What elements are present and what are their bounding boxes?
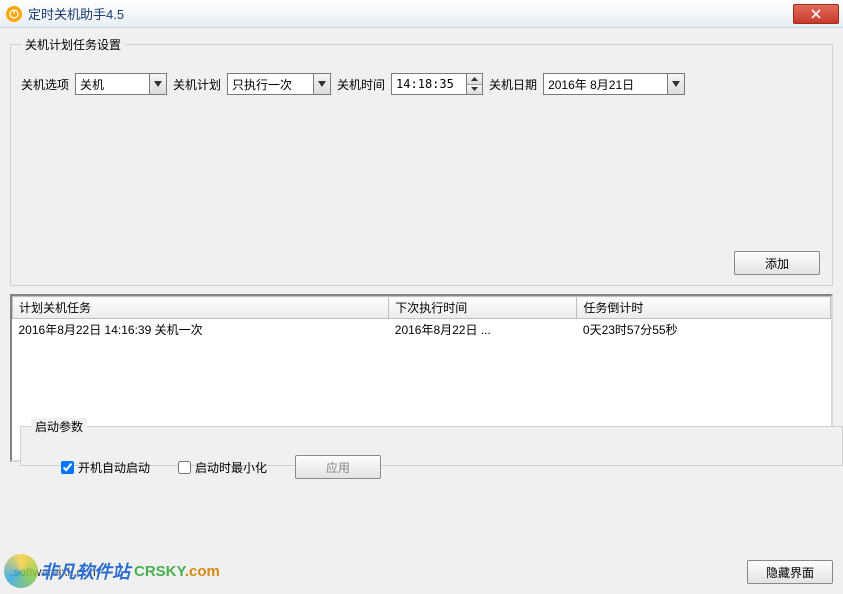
cell-countdown: 0天23时57分55秒 <box>577 319 831 341</box>
autostart-checkbox[interactable]: 开机自动启动 <box>61 459 150 476</box>
date-label: 关机日期 <box>489 76 537 93</box>
date-text: 2016年 8月21日 <box>544 76 667 93</box>
time-text: 14:18:35 <box>392 77 466 91</box>
titlebar: 定时关机助手4.5 <box>0 0 843 28</box>
col-task[interactable]: 计划关机任务 <box>13 297 389 319</box>
date-input[interactable]: 2016年 8月21日 <box>543 73 685 95</box>
add-button[interactable]: 添加 <box>734 251 820 275</box>
autostart-input[interactable] <box>61 461 74 474</box>
option-combo[interactable]: 关机 <box>75 73 167 95</box>
close-button[interactable] <box>793 4 839 24</box>
window-title: 定时关机助手4.5 <box>28 4 124 23</box>
minimize-checkbox[interactable]: 启动时最小化 <box>178 459 267 476</box>
hide-ui-button[interactable]: 隐藏界面 <box>747 560 833 584</box>
autostart-label: 开机自动启动 <box>78 459 150 476</box>
close-icon <box>811 9 821 19</box>
schedule-groupbox: 关机计划任务设置 关机选项 关机 关机计划 只执行一次 关机时间 14:18:3… <box>10 36 833 286</box>
minimize-input[interactable] <box>178 461 191 474</box>
plan-combo-text: 只执行一次 <box>228 76 313 93</box>
option-label: 关机选项 <box>21 76 69 93</box>
col-next[interactable]: 下次执行时间 <box>389 297 577 319</box>
option-combo-text: 关机 <box>76 76 149 93</box>
spin-down-button[interactable] <box>467 85 482 95</box>
app-icon <box>6 6 22 22</box>
schedule-row: 关机选项 关机 关机计划 只执行一次 关机时间 14:18:35 <box>21 73 822 95</box>
plan-combo[interactable]: 只执行一次 <box>227 73 331 95</box>
time-label: 关机时间 <box>337 76 385 93</box>
time-spinner <box>466 74 482 94</box>
chevron-down-icon <box>471 87 478 91</box>
schedule-legend: 关机计划任务设置 <box>21 36 125 53</box>
website-label: .softwarejxk.com <box>10 565 99 579</box>
chevron-up-icon <box>471 77 478 81</box>
table-row[interactable]: 2016年8月22日 14:16:39 关机一次 2016年8月22日 ... … <box>13 319 831 341</box>
startup-legend: 启动参数 <box>31 418 87 435</box>
plan-label: 关机计划 <box>173 76 221 93</box>
apply-button[interactable]: 应用 <box>295 455 381 479</box>
col-countdown[interactable]: 任务倒计时 <box>577 297 831 319</box>
cell-task: 2016年8月22日 14:16:39 关机一次 <box>13 319 389 341</box>
spin-up-button[interactable] <box>467 74 482 85</box>
footer: .softwarejxk.com 隐藏界面 <box>10 560 833 584</box>
minimize-label: 启动时最小化 <box>195 459 267 476</box>
chevron-down-icon <box>313 74 330 94</box>
chevron-down-icon <box>149 74 166 94</box>
client-area: 关机计划任务设置 关机选项 关机 关机计划 只执行一次 关机时间 14:18:3… <box>0 28 843 594</box>
time-input[interactable]: 14:18:35 <box>391 73 483 95</box>
cell-next: 2016年8月22日 ... <box>389 319 577 341</box>
chevron-down-icon <box>667 74 684 94</box>
table-header-row: 计划关机任务 下次执行时间 任务倒计时 <box>13 297 831 319</box>
startup-groupbox: 启动参数 开机自动启动 启动时最小化 应用 <box>20 418 843 466</box>
